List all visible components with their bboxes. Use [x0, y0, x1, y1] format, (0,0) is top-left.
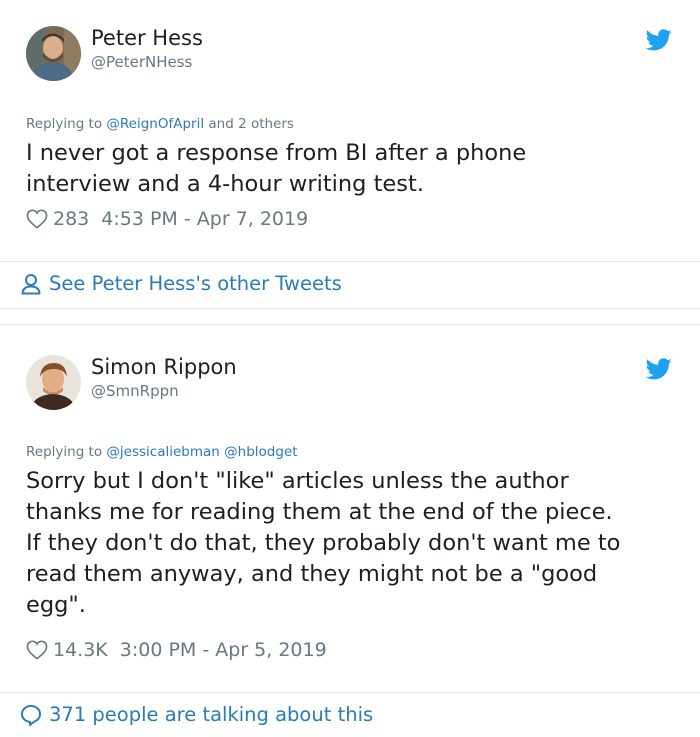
replying-suffix: and 2 others [204, 116, 294, 132]
replying-to: Replying to @jessicaliebman @hblodget [26, 444, 298, 460]
avatar[interactable] [26, 26, 81, 81]
divider [0, 324, 700, 325]
timestamp[interactable]: 4:53 PM - Apr 7, 2019 [101, 208, 308, 230]
tweet-card[interactable]: Simon Rippon @SmnRppn Replying to @jessi… [0, 326, 700, 692]
divider [0, 692, 700, 693]
twitter-bird-icon[interactable] [646, 29, 672, 51]
avatar[interactable] [26, 355, 81, 410]
divider [0, 308, 700, 309]
tweet-text: Sorry but I don't "like" articles unless… [26, 468, 621, 618]
mention-link[interactable]: @jessicaliebman [106, 444, 219, 460]
conversation-link[interactable]: 371 people are talking about this [20, 703, 373, 726]
tweet-text: I never got a response from BI after a p… [26, 140, 527, 197]
author-handle[interactable]: @PeterNHess [91, 53, 192, 71]
like-count[interactable]: 14.3K [53, 639, 108, 661]
mention-link[interactable]: @hblodget [220, 444, 297, 460]
conversation-label[interactable]: 371 people are talking about this [49, 703, 373, 726]
twitter-bird-icon[interactable] [646, 358, 672, 380]
speech-bubble-icon [21, 704, 41, 726]
replying-to: Replying to @ReignOfApril and 2 others [26, 116, 294, 132]
mention-link[interactable]: @ReignOfApril [106, 116, 204, 132]
see-other-tweets-link[interactable]: See Peter Hess's other Tweets [20, 272, 342, 295]
like-count[interactable]: 283 [53, 208, 89, 230]
timestamp[interactable]: 3:00 PM - Apr 5, 2019 [120, 639, 327, 661]
heart-icon[interactable] [26, 209, 48, 229]
tweet-card[interactable]: Peter Hess @PeterNHess Replying to @Reig… [0, 0, 700, 262]
author-handle[interactable]: @SmnRppn [91, 382, 179, 400]
author-name[interactable]: Simon Rippon [91, 355, 237, 379]
tweet-meta: 14.3K 3:00 PM - Apr 5, 2019 [26, 639, 327, 661]
divider [0, 261, 700, 262]
replying-prefix: Replying to [26, 444, 107, 460]
tweet-meta: 283 4:53 PM - Apr 7, 2019 [26, 208, 308, 230]
heart-icon[interactable] [26, 640, 48, 660]
person-icon [21, 273, 41, 294]
replying-prefix: Replying to [26, 116, 107, 132]
see-other-tweets-label[interactable]: See Peter Hess's other Tweets [49, 272, 342, 295]
author-name[interactable]: Peter Hess [91, 26, 203, 50]
